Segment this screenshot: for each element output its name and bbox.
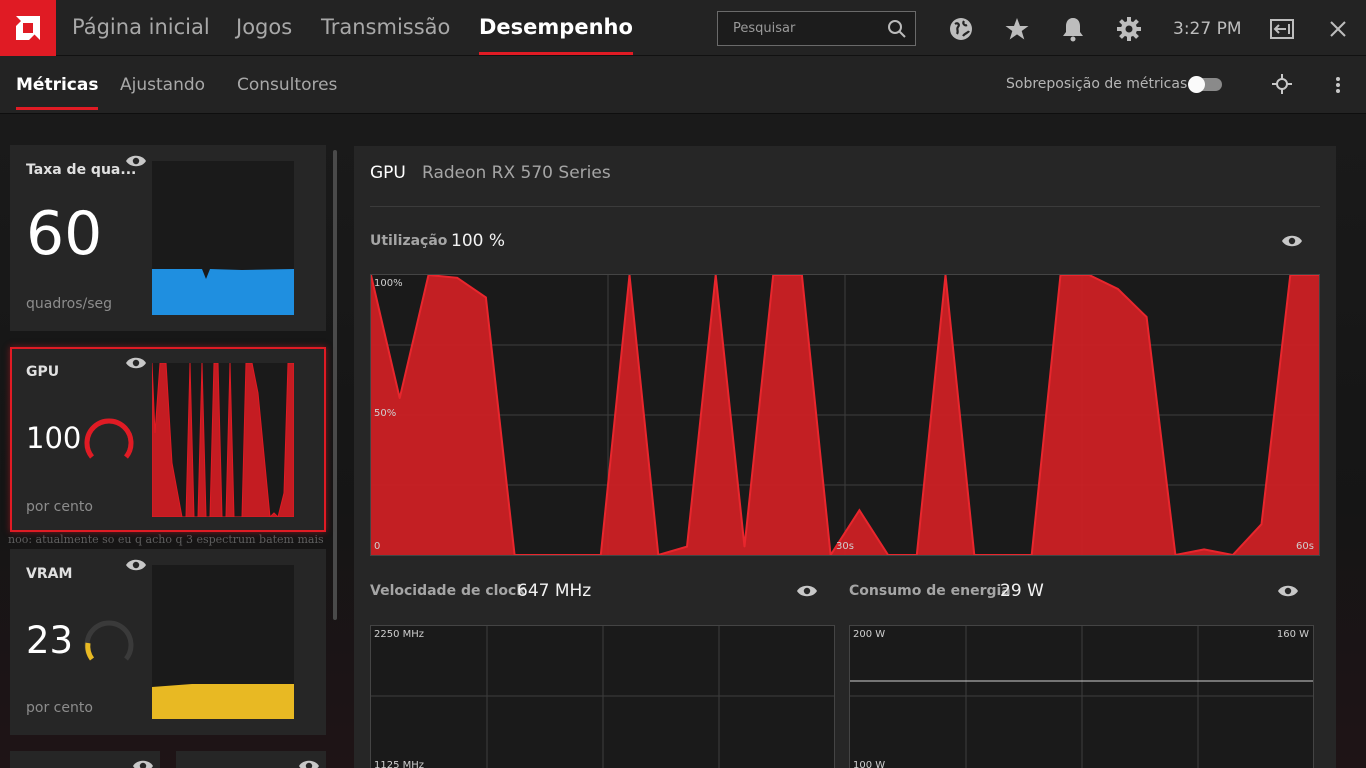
eye-icon[interactable] [125,558,147,572]
power-limit-label: 160 W [1276,629,1309,640]
tab-tuning[interactable]: Ajustando [120,75,205,95]
exit-icon[interactable] [1269,16,1295,42]
power-label: Consumo de energia [849,583,1011,599]
y-tick-top: 200 W [853,629,886,640]
globe-icon[interactable] [948,16,974,42]
y-tick-mid: 100 W [853,760,886,768]
y-tick-top: 100% [374,278,403,289]
metric-card-gpu[interactable]: GPU 100 por cento [10,347,326,532]
metric-card-vram[interactable]: VRAM 23 por cento [10,549,326,735]
y-tick-mid: 50% [374,408,397,419]
x-tick-mid: 30s [836,541,854,552]
gpu-detail-panel: GPU Radeon RX 570 Series Utilização 100 … [354,146,1336,768]
card-value: 100 [26,421,82,455]
x-tick-end: 60s [1296,541,1314,552]
search-icon[interactable] [887,19,907,39]
amd-logo-icon [16,16,40,40]
card-title: GPU [26,364,60,380]
clock-speed-label: Velocidade de clock [370,583,526,599]
power-value: 29 W [1000,581,1044,601]
star-icon[interactable] [1004,16,1030,42]
vram-sparkline [152,565,294,719]
utilization-label: Utilização [370,233,448,249]
utilization-point [686,545,688,548]
search-box[interactable] [717,11,916,46]
utilization-point [456,277,458,279]
y-tick-mid: 1125 MHz [374,760,425,768]
tab-advisors[interactable]: Consultores [237,75,337,95]
nav-games[interactable]: Jogos [236,15,292,39]
metric-card-partial[interactable] [176,751,326,768]
eye-icon[interactable] [125,154,147,168]
y-tick-bottom: 0 [374,541,381,552]
utilization-value: 100 % [451,231,506,251]
utilization-point [743,545,746,548]
utilization-point [485,296,487,299]
eye-icon[interactable] [298,759,320,768]
amd-logo[interactable] [0,0,56,56]
y-tick-top: 2250 MHz [374,629,425,640]
utilization-point [1117,288,1119,290]
metric-card-fps[interactable]: Taxa de qua... 60 quadros/seg [10,145,326,331]
card-unit: por cento [26,499,93,515]
utilization-point [1145,316,1148,318]
gpu-device-name: Radeon RX 570 Series [422,163,611,183]
utilization-chart: 100% 50% 0 30s 60s [370,273,1320,558]
search-input[interactable] [718,12,878,45]
sub-nav-bar: Métricas Ajustando Consultores Sobreposi… [0,56,1366,114]
eye-icon[interactable] [132,759,154,768]
gpu-gauge [84,418,134,459]
background-text: noo: atualmente so eu q acho q 3 espectr… [8,533,324,546]
card-unit: por cento [26,700,93,716]
utilization-point [858,509,861,511]
gpu-sparkline [152,363,294,517]
card-unit: quadros/seg [26,296,113,312]
metrics-overlay-toggle[interactable] [1188,76,1222,93]
utilization-point [398,397,401,399]
cards-scrollbar[interactable] [333,150,337,620]
clock-speed-chart: 2250 MHz 1125 MHz [370,625,835,768]
metric-card-partial[interactable] [10,751,160,768]
metrics-overlay-label: Sobreposição de métricas [1006,76,1188,92]
clock-speed-value: 647 MHz [517,581,592,601]
toggle-knob [1188,76,1205,93]
power-chart: 200 W 100 W 160 W [849,625,1314,768]
power-grid [850,626,1313,768]
close-icon[interactable] [1325,16,1351,42]
nav-home[interactable]: Página inicial [72,15,210,39]
card-value: 23 [26,619,74,662]
utilization-chart-svg [370,273,1320,558]
card-title: Taxa de qua... [26,162,137,178]
panel-divider [370,206,1320,207]
nav-performance[interactable]: Desempenho [479,15,633,55]
panel-title: GPU [370,163,406,183]
clock-grid [371,626,834,768]
nav-streaming[interactable]: Transmissão [321,15,450,39]
top-bar: Página inicial Jogos Transmissão Desempe… [0,0,1366,56]
eye-icon[interactable] [1277,584,1299,598]
bell-icon[interactable] [1060,16,1086,42]
eye-icon[interactable] [796,584,818,598]
gear-icon[interactable] [1116,16,1142,42]
vram-gauge [84,620,134,661]
fps-sparkline [152,161,294,315]
card-title: VRAM [26,566,73,582]
crosshair-icon[interactable] [1271,73,1293,95]
eye-icon[interactable] [125,356,147,370]
utilization-point [1260,523,1263,525]
tab-metrics[interactable]: Métricas [16,75,99,110]
utilization-point [1203,548,1205,551]
more-options-icon[interactable] [1334,75,1342,95]
eye-icon[interactable] [1281,234,1303,248]
card-value: 60 [26,199,103,269]
clock: 3:27 PM [1173,19,1242,39]
